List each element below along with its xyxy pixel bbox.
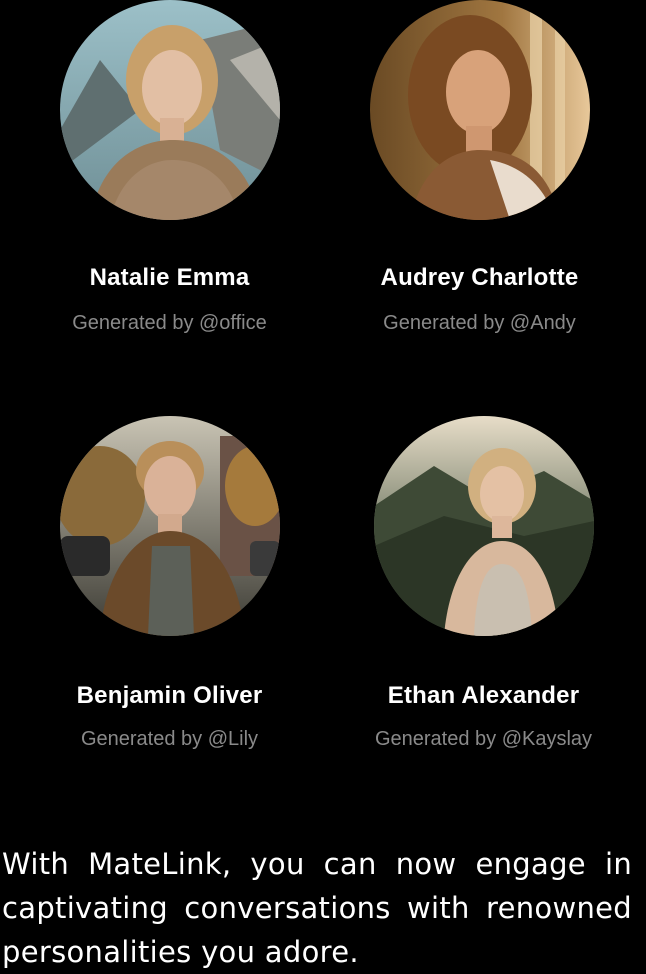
avatar[interactable] [369, 0, 590, 220]
avatar[interactable] [373, 416, 594, 636]
profile-name: Natalie Emma [89, 264, 250, 291]
tagline: With MateLink, you can now engage in cap… [2, 847, 632, 969]
portrait-boy-street-icon [59, 416, 280, 636]
profile-credit: Generated by @Andy [383, 312, 576, 334]
portrait-woman-hills-icon [373, 416, 594, 636]
profile-credit: Generated by @Lily [80, 728, 259, 750]
profile-credit: Generated by @office [72, 312, 267, 334]
avatar[interactable] [59, 0, 280, 220]
profile-name: Audrey Charlotte [380, 264, 579, 291]
avatar[interactable] [59, 416, 280, 636]
profile-name: Benjamin Oliver [76, 682, 263, 709]
portrait-woman-sunlight-icon [369, 0, 590, 220]
portrait-woman-sweater-icon [59, 0, 280, 220]
profile-name: Ethan Alexander [387, 682, 580, 709]
profile-credit: Generated by @Kayslay [374, 728, 593, 750]
